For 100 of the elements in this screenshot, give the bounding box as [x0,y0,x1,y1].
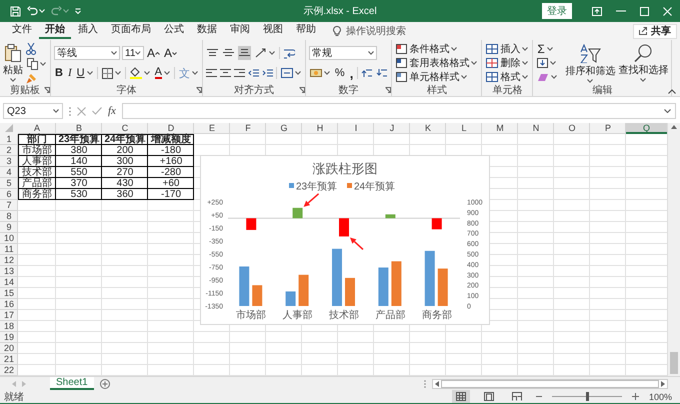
row-header[interactable]: 2 [0,145,18,156]
row-header[interactable]: 16 [0,299,18,310]
column-header[interactable]: F [230,123,266,134]
fill-color-button[interactable] [128,66,151,80]
increase-indent-icon[interactable] [262,68,273,78]
menu-tab[interactable]: 审阅 [224,23,256,39]
search-field[interactable]: 操作说明搜索 [346,24,406,38]
row-header[interactable]: 20 [0,343,18,354]
scrollbar-thumb[interactable] [441,380,659,388]
row-header[interactable]: 6 [0,189,18,200]
shrink-font-button[interactable]: A [163,46,178,60]
row-header[interactable]: 13 [0,266,18,277]
align-center-icon[interactable] [220,69,231,77]
column-header[interactable]: L [446,123,482,134]
currency-button[interactable] [308,66,331,80]
scrollbar-thumb[interactable] [670,352,678,374]
font-name-field[interactable]: 等线 [54,46,120,60]
column-header[interactable]: E [194,123,230,134]
row-header[interactable]: 4 [0,167,18,178]
row-header[interactable]: 1 [0,134,18,145]
column-header[interactable]: C [102,123,148,134]
cells-menu-button[interactable]: 插入 [485,42,530,56]
close-icon[interactable] [663,6,672,16]
row-header[interactable]: 14 [0,277,18,288]
row-header[interactable]: 8 [0,211,18,222]
row-header[interactable]: 7 [0,200,18,211]
paste-button[interactable]: 粘贴 [3,44,23,82]
menu-tab[interactable]: 帮助 [290,23,322,39]
menu-tab[interactable]: 插入 [72,23,104,39]
border-button[interactable] [100,66,122,80]
underline-button[interactable]: U [76,66,94,80]
column-header[interactable]: N [518,123,554,134]
share-button[interactable]: 共享 [633,24,677,38]
column-header[interactable]: Q [626,123,667,134]
decrease-decimal-icon[interactable] [376,68,388,78]
comma-style-button[interactable]: , [348,66,354,80]
login-button[interactable]: 登录 [542,3,572,19]
name-box[interactable]: Q23 [3,103,63,119]
italic-button[interactable]: I [66,66,73,80]
row-header[interactable]: 17 [0,310,18,321]
launcher-icon[interactable] [44,87,50,93]
column-header[interactable]: B [56,123,102,134]
row-header[interactable]: 11 [0,244,18,255]
increase-decimal-icon[interactable] [361,68,374,78]
fill-button[interactable] [536,56,558,70]
lightbulb-icon[interactable] [333,26,341,36]
vertical-align-button[interactable] [238,46,251,60]
orientation-button[interactable] [254,46,276,60]
find-select-button[interactable]: 查找和选择 [618,44,668,82]
launcher-icon[interactable] [385,87,392,93]
cells-menu-button[interactable]: 删除 [485,56,530,70]
font-color-button[interactable]: A [154,66,171,80]
align-left-icon[interactable] [206,69,217,77]
column-header[interactable]: J [374,123,410,134]
column-header[interactable]: G [266,123,302,134]
add-sheet-icon[interactable] [100,378,110,388]
decrease-indent-icon[interactable] [248,68,259,78]
row-header[interactable]: 22 [0,365,18,376]
customize-caret-icon[interactable] [75,8,81,14]
style-menu-button[interactable]: 条件格式 [395,42,458,56]
style-menu-button[interactable]: 单元格样式 [395,70,468,84]
horizontal-scrollbar[interactable] [432,378,668,388]
zoom-in-icon[interactable] [632,393,639,400]
column-header[interactable]: D [148,123,194,134]
row-header[interactable]: 12 [0,255,18,266]
row-header[interactable]: 10 [0,233,18,244]
cells-menu-button[interactable]: 格式 [485,70,530,84]
undo-button[interactable] [27,6,45,16]
column-header[interactable]: I [338,123,374,134]
bold-button[interactable]: B [54,66,64,80]
font-size-field[interactable]: 11 [122,46,144,60]
formula-input[interactable] [122,103,676,119]
launcher-icon[interactable] [298,87,305,93]
column-header[interactable]: H [302,123,338,134]
launcher-icon[interactable] [196,87,202,93]
wrap-text-icon[interactable] [282,48,295,58]
format-painter-icon[interactable] [26,72,37,84]
style-menu-button[interactable]: 套用表格格式 [395,56,478,70]
maximize-icon[interactable] [640,6,649,16]
menu-tab[interactable]: 页面布局 [105,23,157,39]
row-header[interactable]: 15 [0,288,18,299]
row-header[interactable]: 5 [0,178,18,189]
percent-button[interactable]: % [334,66,346,80]
menu-tab[interactable]: 文件 [6,23,38,39]
merge-center-button[interactable] [280,66,302,80]
align-right-icon[interactable] [234,69,245,77]
row-header[interactable]: 9 [0,222,18,233]
row-header[interactable]: 21 [0,354,18,365]
slider-thumb[interactable] [586,392,589,401]
column-header[interactable]: M [482,123,518,134]
view-button[interactable] [452,390,470,403]
menu-tab[interactable]: 数据 [191,23,223,39]
sheet-tab[interactable]: Sheet1 [50,377,94,390]
sort-filter-button[interactable]: 排序和筛选 [565,44,616,82]
column-header[interactable]: O [554,123,590,134]
menu-tab[interactable]: 视图 [257,23,289,39]
row-header[interactable]: 19 [0,332,18,343]
autosum-button[interactable]: Σ [536,42,554,56]
row-header[interactable]: 18 [0,321,18,332]
number-format-field[interactable]: 常规 [308,46,377,60]
